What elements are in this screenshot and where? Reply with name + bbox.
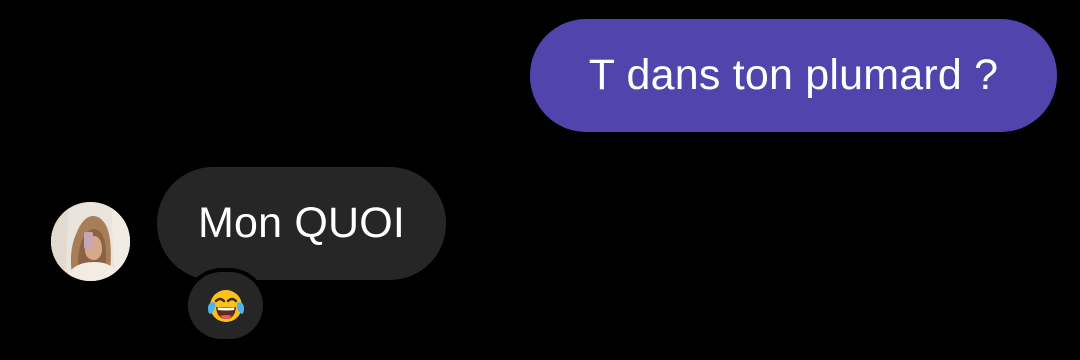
message-text: Mon QUOI	[197, 199, 406, 247]
reaction-pill	[188, 272, 263, 339]
profile-photo	[51, 202, 130, 281]
message-text: T dans ton plumard ?	[588, 51, 999, 99]
avatar[interactable]	[51, 202, 130, 281]
face-with-tears-of-joy-emoji	[207, 289, 244, 322]
incoming-message-bubble[interactable]: Mon QUOI	[157, 167, 446, 280]
outgoing-message-bubble[interactable]: T dans ton plumard ?	[530, 19, 1057, 132]
message-reaction[interactable]	[184, 268, 267, 343]
